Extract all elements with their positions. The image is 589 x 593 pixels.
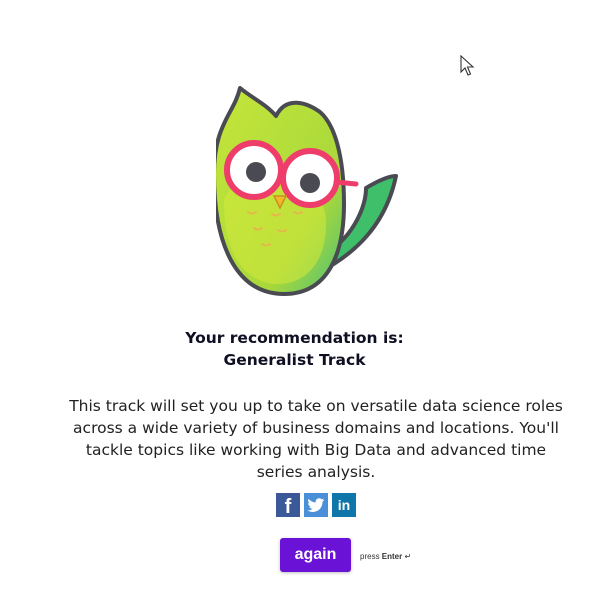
twitter-icon[interactable] [304,493,328,517]
recommendation-heading: Your recommendation is: [185,329,404,347]
track-description: This track will set you up to take on ve… [69,397,563,481]
track-name: Generalist Track [223,351,366,369]
press-label: press [360,552,380,561]
again-button[interactable]: again [280,538,351,572]
enter-key-label: Enter [381,552,403,561]
linkedin-icon[interactable]: in [332,493,356,517]
social-share-bar: f in [276,493,356,518]
press-enter-hint: press Enter ↵ [360,552,411,561]
owl-mascot-illustration [216,84,406,299]
facebook-icon[interactable]: f [276,493,300,518]
enter-symbol-icon: ↵ [404,552,412,561]
recommendation-title: Your recommendation is: Generalist Track [0,327,589,371]
mouse-cursor-icon [460,54,476,81]
